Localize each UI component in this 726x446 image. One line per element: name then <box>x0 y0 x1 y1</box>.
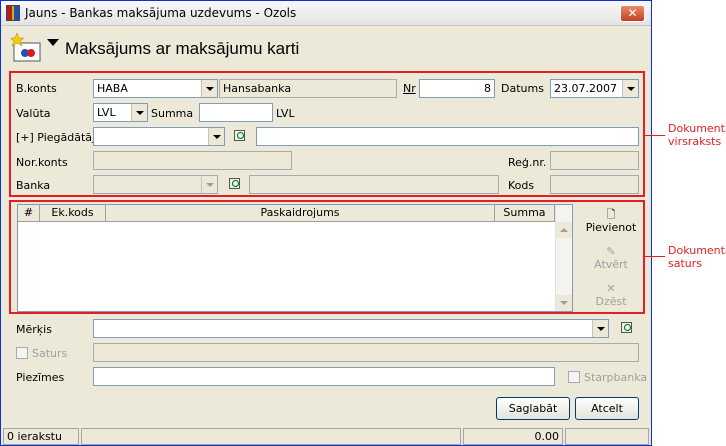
window-title: Jauns - Bankas maksājuma uzdevums - Ozol… <box>25 6 297 20</box>
cancel-button[interactable]: Atcelt <box>575 397 639 420</box>
type-dropdown-arrow-icon[interactable] <box>47 39 59 46</box>
content-annotation: Dokumenta saturs <box>668 244 726 270</box>
app-icon <box>6 5 20 21</box>
header-annotation-line2: virsraksts <box>668 135 722 148</box>
merkis-lookup-icon[interactable] <box>618 319 636 337</box>
header-annotation: Dokumenta virsraksts <box>668 122 726 148</box>
content-annotation-line <box>645 256 665 257</box>
header-section-highlight <box>9 71 645 197</box>
starpbanka-label: Starpbanka <box>584 371 648 384</box>
starpbanka-checkbox <box>568 371 580 383</box>
content-section-highlight <box>9 200 645 314</box>
piezimes-input[interactable] <box>93 367 555 386</box>
merkis-label: Mērķis <box>16 323 52 336</box>
merkis-select[interactable] <box>93 319 609 338</box>
header-annotation-line1: Dokumenta <box>668 122 726 135</box>
saturs-checkbox <box>16 347 28 359</box>
piezimes-label: Piezīmes <box>16 371 65 384</box>
document-title: Maksājums ar maksājumu karti <box>65 39 300 58</box>
saturs-label: Saturs <box>32 347 68 360</box>
save-button[interactable]: Saglabāt <box>496 397 570 420</box>
content-annotation-line1: Dokumenta <box>668 244 726 257</box>
saturs-field <box>93 343 639 362</box>
records-count: 0 ierakstu <box>3 428 79 445</box>
status-total: 0.00 <box>463 428 563 445</box>
status-panel-right <box>565 428 649 445</box>
status-bar: 0 ierakstu 0.00 <box>1 427 651 446</box>
content-annotation-line2: saturs <box>668 257 703 270</box>
status-panel-empty <box>81 428 461 445</box>
new-document-icon <box>11 33 41 62</box>
header-annotation-line <box>645 135 665 136</box>
merkis-dropdown-icon[interactable] <box>592 320 608 337</box>
close-button[interactable]: ✕ <box>620 5 645 22</box>
title-bar[interactable]: Jauns - Bankas maksājuma uzdevums - Ozol… <box>1 1 651 26</box>
